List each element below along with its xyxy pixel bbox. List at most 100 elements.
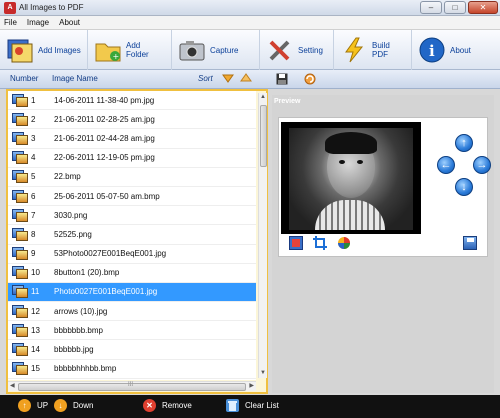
camera-icon [178,36,206,64]
list-item[interactable]: 1 14-06-2011 11-38-40 pm.jpg [8,91,256,111]
scroll-up-arrow-icon[interactable]: ▲ [259,93,267,102]
list-item[interactable]: 13 bbbbbbb.bmp [8,321,256,341]
about-button[interactable]: i About [412,30,500,70]
build-pdf-button[interactable]: Build PDF [334,30,412,70]
list-item-name: 52525.png [54,229,92,239]
list-item[interactable]: 6 25-06-2011 05-07-50 am.bmp [8,187,256,207]
remove-label: Remove [162,401,192,410]
add-images-button[interactable]: Add Images [0,30,88,70]
maximize-button[interactable]: □ [444,1,466,14]
list-item-name: 21-06-2011 02-44-28 am.jpg [54,133,155,143]
save-image-icon[interactable] [463,236,477,250]
title-bar: A All Images to PDF – □ ✕ [0,0,500,16]
capture-button[interactable]: Capture [172,30,260,70]
add-images-icon [6,36,34,64]
preview-panel: Preview ↑ ← → ↓ [272,95,494,393]
preview-image [281,122,421,234]
build-pdf-label: Build PDF [372,41,390,59]
image-file-icon [12,362,28,376]
list-item[interactable]: 15 bbbbbhhhbb.bmp [8,360,256,379]
list-item-name: 21-06-2011 02-28-25 am.jpg [54,114,155,124]
image-file-icon [12,208,28,222]
scroll-grip-icon: ⁞⁞⁞ [128,382,134,388]
down-arrow-icon: ↓ [54,399,67,412]
remove-icon: ✕ [143,399,156,412]
list-item[interactable]: 7 3030.png [8,206,256,226]
save-list-icon[interactable] [276,73,288,87]
move-up-button[interactable]: ↑ UP [18,399,48,412]
clear-list-label: Clear List [245,401,279,410]
lightning-icon [340,36,368,64]
info-icon: i [418,36,446,64]
image-file-icon [12,170,28,184]
vertical-scrollbar[interactable]: ▲ ▼ [258,93,267,378]
remove-button[interactable]: ✕ Remove [143,399,192,412]
list-item[interactable]: 12 arrows (10).jpg [8,302,256,322]
horizontal-scrollbar[interactable]: ◀ ⁞⁞⁞ ▶ [8,381,256,391]
list-item-number: 12 [31,306,40,316]
close-button[interactable]: ✕ [468,1,498,14]
list-item-number: 11 [31,287,40,297]
list-item[interactable]: 2 21-06-2011 02-28-25 am.jpg [8,110,256,130]
list-item[interactable]: 11 Photo0027E001BeqE001.jpg [8,282,256,303]
nav-left-button[interactable]: ← [437,156,455,174]
list-item[interactable]: 4 22-06-2011 12-19-05 pm.jpg [8,149,256,168]
menu-image[interactable]: Image [27,18,49,27]
vertical-scroll-thumb[interactable] [260,105,267,167]
image-file-icon [12,266,28,280]
list-item-number: 15 [31,364,40,374]
svg-text:+: + [113,52,120,61]
list-item-number: 4 [31,153,36,163]
add-folder-button[interactable]: + Add Folder [88,30,172,70]
nav-right-button[interactable]: → [473,156,491,174]
color-wheel-icon[interactable] [337,236,351,250]
list-item-name: arrows (10).jpg [54,306,108,316]
clear-list-button[interactable]: Clear List [226,399,279,412]
minimize-button[interactable]: – [420,1,442,14]
image-file-icon [12,131,28,145]
list-item[interactable]: 14 bbbbbb.jpg [8,340,256,360]
image-name-column-header[interactable]: Image Name [52,74,98,83]
image-list[interactable]: 1 14-06-2011 11-38-40 pm.jpg 2 21-06-2011 0… [8,91,256,380]
list-item-number: 7 [31,210,36,220]
image-file-icon [12,285,28,299]
move-down-label: Down [73,401,94,410]
preview-card: ↑ ← → ↓ [278,117,491,257]
list-item-name: bbbbbhhhbb.bmp [54,364,117,374]
list-item[interactable]: 8 52525.png [8,225,256,245]
image-file-icon [12,227,28,241]
capture-label: Capture [210,45,239,55]
list-item[interactable]: 9 53Photo0027E001BeqE001.jpg [8,245,256,264]
move-down-button[interactable]: ↓ Down [54,399,93,412]
folder-icon: + [94,36,122,64]
list-item-number: 10 [31,268,40,278]
image-file-icon [12,247,28,261]
list-item[interactable]: 5 22.bmp [8,168,256,187]
nav-up-button[interactable]: ↑ [455,134,473,152]
number-column-header[interactable]: Number [10,74,38,83]
setting-label: Setting [298,45,323,55]
image-file-icon [12,189,28,203]
menu-file[interactable]: File [4,18,17,27]
scroll-left-arrow-icon[interactable]: ◀ [10,382,15,389]
list-item-name: 25-06-2011 05-07-50 am.bmp [54,191,160,201]
window-title: All Images to PDF [19,3,84,12]
list-item[interactable]: 10 8button1 (20).bmp [8,264,256,283]
sort-ascending-icon[interactable] [240,73,252,85]
scroll-down-arrow-icon[interactable]: ▼ [259,369,267,378]
refresh-icon[interactable] [304,73,316,87]
list-item-name: 14-06-2011 11-38-40 pm.jpg [54,95,155,105]
list-item-name: 8button1 (20).bmp [54,268,120,278]
toolbar: Add Images + Add Folder Capture Setting … [0,30,500,70]
scroll-right-arrow-icon[interactable]: ▶ [249,382,254,389]
menu-about[interactable]: About [59,18,80,27]
image-list-panel: 1 14-06-2011 11-38-40 pm.jpg 2 21-06-2011 0… [6,89,268,394]
about-label: About [450,45,471,55]
image-icon[interactable] [289,236,303,250]
nav-down-button[interactable]: ↓ [455,178,473,196]
setting-button[interactable]: Setting [260,30,334,70]
list-item[interactable]: 3 21-06-2011 02-44-28 am.jpg [8,129,256,149]
crop-icon[interactable] [313,236,327,250]
sort-descending-icon[interactable] [222,73,234,85]
list-item-number: 13 [31,325,40,335]
